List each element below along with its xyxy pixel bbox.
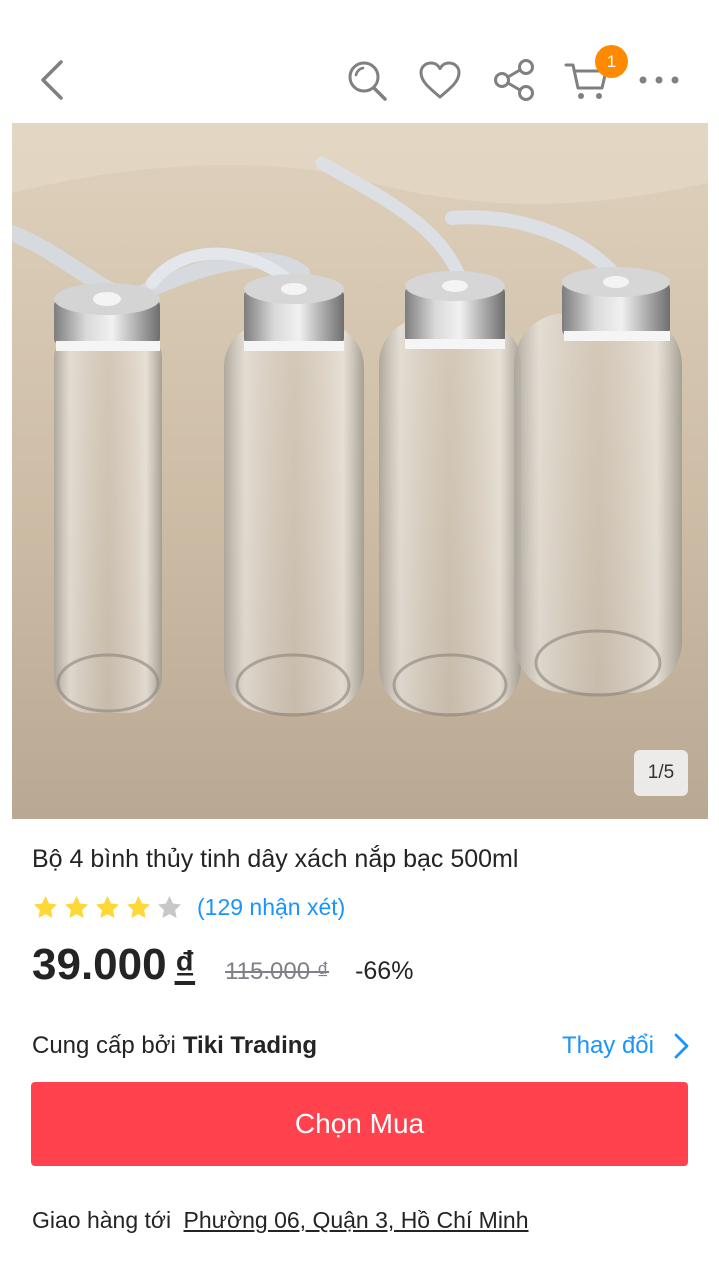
original-price: 115.000 ₫ (225, 958, 330, 985)
buy-button[interactable]: Chọn Mua (31, 1082, 688, 1166)
star-filled-icon (34, 895, 57, 918)
favorite-button[interactable] (416, 56, 464, 104)
cart-count-badge: 1 (595, 45, 628, 78)
delivery-address-link[interactable]: Phường 06, Quận 3, Hồ Chí Minh (184, 1207, 529, 1233)
seller-prefix-label: Cung cấp bởi (32, 1032, 176, 1059)
more-options-button[interactable] (634, 56, 684, 104)
search-button[interactable] (344, 56, 390, 104)
chevron-left-icon (41, 60, 63, 100)
product-title: Bộ 4 bình thủy tinh dây xách nắp bạc 500… (32, 845, 519, 873)
chevron-right-icon[interactable] (670, 1032, 692, 1060)
change-seller-link[interactable]: Thay đổi (562, 1032, 654, 1060)
price-row: 39.000 ₫ 115.000 ₫ -66% (32, 940, 413, 1000)
share-icon (494, 59, 534, 101)
currency-symbol: ₫ (174, 944, 196, 988)
product-photo (12, 123, 708, 819)
delivery-row: Giao hàng tới Phường 06, Quận 3, Hồ Chí … (32, 1207, 529, 1234)
heart-icon (419, 61, 461, 99)
seller-row: Cung cấp bởi Tiki Trading Thay đổi (32, 1026, 692, 1066)
delivery-prefix-label: Giao hàng tới (32, 1207, 172, 1233)
star-filled-icon (127, 895, 150, 918)
top-navigation-bar: 1 (0, 0, 719, 122)
star-filled-icon (96, 895, 119, 918)
image-counter: 1/5 (634, 750, 688, 796)
review-count-link[interactable]: (129 nhận xét) (197, 894, 345, 921)
discount-percent: -66% (355, 957, 414, 985)
product-image-gallery[interactable]: 1/5 (12, 123, 708, 819)
rating-row[interactable]: (129 nhận xét) (32, 890, 345, 924)
star-empty-icon (158, 895, 181, 918)
search-icon (348, 61, 387, 101)
share-button[interactable] (490, 56, 538, 104)
star-filled-icon (65, 895, 88, 918)
back-button[interactable] (30, 56, 74, 104)
seller-name: Tiki Trading (182, 1032, 318, 1059)
more-dots-icon (639, 76, 679, 84)
current-price: 39.000 (32, 940, 167, 989)
